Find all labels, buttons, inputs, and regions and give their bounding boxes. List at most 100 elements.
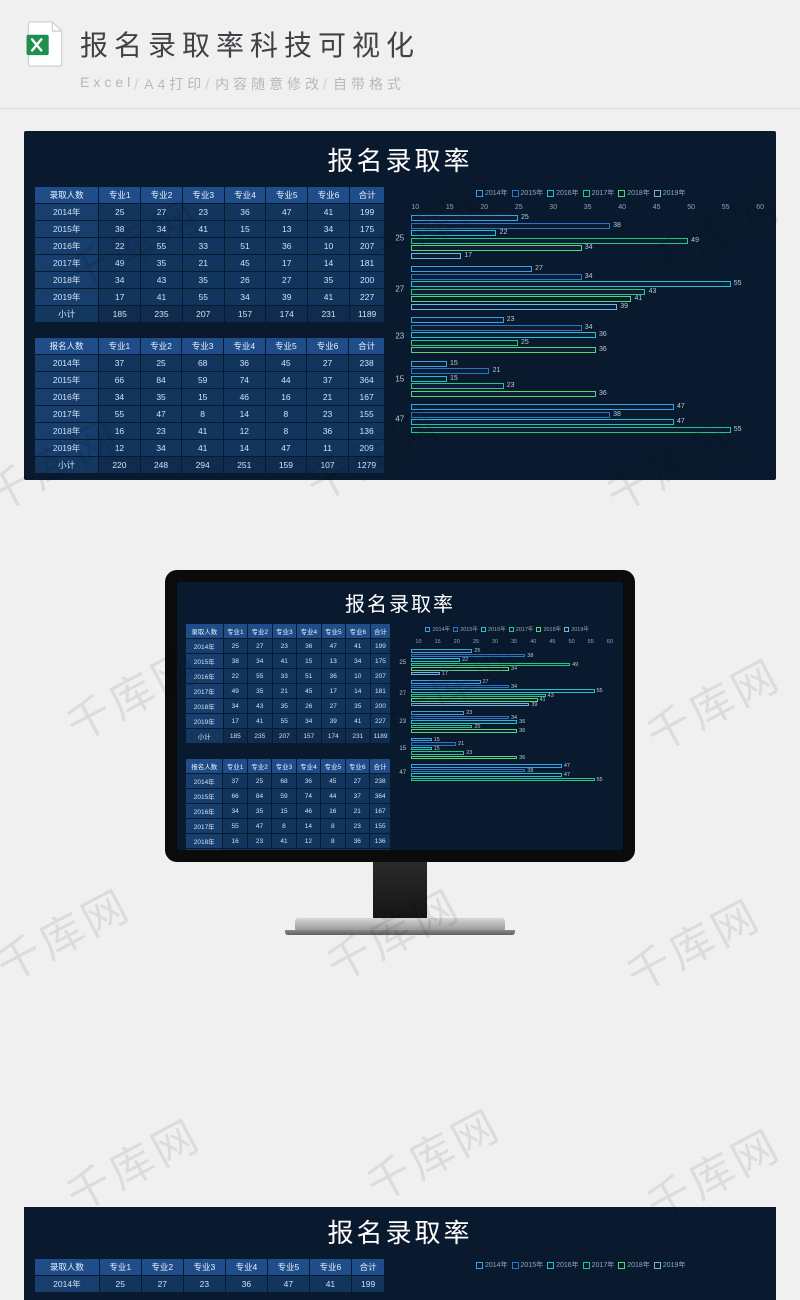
xtick: 55 xyxy=(588,639,594,645)
column-header: 专业4 xyxy=(297,624,322,639)
legend-swatch xyxy=(509,627,514,632)
cell: 34 xyxy=(141,221,183,238)
column-header: 专业5 xyxy=(266,187,308,204)
cell: 8 xyxy=(182,406,224,423)
cell: 200 xyxy=(349,272,384,289)
cell: 45 xyxy=(224,255,266,272)
bar-value: 39 xyxy=(531,702,537,708)
bar-row: 36 xyxy=(411,729,615,733)
bar: 27 xyxy=(411,680,480,684)
bar-group: 4747384755 xyxy=(411,404,766,434)
legend-item: 2019年 xyxy=(564,625,589,633)
cell: 238 xyxy=(348,355,385,372)
tables-column: 录取人数专业1专业2专业3专业4专业5专业6合计2014年25272336474… xyxy=(34,1258,385,1300)
dashboard-body: 录取人数专业1专业2专业3专业4专业5专业6合计2014年25272336474… xyxy=(34,186,766,474)
chart-plot: 2525382249341727273455434139232334362536… xyxy=(395,215,766,434)
table-row: 2015年383441151334175 xyxy=(35,221,385,238)
bar-value: 36 xyxy=(519,755,525,761)
table-row: 2018年16234112836136 xyxy=(35,423,385,440)
cell: 159 xyxy=(265,457,307,474)
column-header: 合计 xyxy=(349,187,384,204)
ylabel: 25 xyxy=(399,660,406,666)
cell: 47 xyxy=(321,849,345,851)
cell: 41 xyxy=(182,423,224,440)
table-row: 2019年174155343941227 xyxy=(186,714,391,729)
bar-row: 34 xyxy=(411,274,766,280)
cell: 227 xyxy=(370,714,391,729)
bar-row: 21 xyxy=(411,742,615,746)
cell: 47 xyxy=(247,819,271,834)
bar-row: 41 xyxy=(411,698,615,702)
row-label: 2014年 xyxy=(186,639,224,654)
cell: 8 xyxy=(321,834,345,849)
subtotal-row: 小计1852352071571742311189 xyxy=(186,729,391,744)
cell: 8 xyxy=(321,819,345,834)
cell: 25 xyxy=(140,355,182,372)
legend-label: 2017年 xyxy=(592,1260,615,1270)
column-header: 专业2 xyxy=(141,187,183,204)
bar-row: 23 xyxy=(411,383,766,389)
bar-value: 15 xyxy=(450,360,458,367)
row-label: 2016年 xyxy=(35,238,99,255)
cell: 41 xyxy=(141,289,183,306)
cell: 238 xyxy=(369,774,390,789)
legend-label: 2019年 xyxy=(571,625,589,633)
row-label: 2018年 xyxy=(186,699,224,714)
cell: 33 xyxy=(182,238,224,255)
cell: 364 xyxy=(369,789,390,804)
ylabel: 15 xyxy=(395,375,404,384)
legend-swatch xyxy=(618,190,625,197)
row-label: 2016年 xyxy=(35,389,99,406)
cell: 74 xyxy=(223,372,265,389)
cell: 16 xyxy=(223,834,247,849)
column-header: 专业5 xyxy=(265,338,307,355)
row-label: 2018年 xyxy=(35,272,99,289)
table-row: 2018年344335262735200 xyxy=(186,699,391,714)
xtick: 20 xyxy=(454,639,460,645)
legend-item: 2019年 xyxy=(654,188,686,198)
cell: 15 xyxy=(224,221,266,238)
legend-label: 2015年 xyxy=(521,1260,544,1270)
bar-value: 17 xyxy=(464,252,472,259)
bar: 55 xyxy=(411,689,594,693)
legend-label: 2018年 xyxy=(627,188,650,198)
bar-row: 23 xyxy=(411,751,615,755)
legend-item: 2018年 xyxy=(618,1260,650,1270)
column-header: 专业3 xyxy=(272,759,296,774)
cell: 23 xyxy=(307,406,349,423)
watermark-text: 千库网 xyxy=(0,870,141,994)
xtick: 20 xyxy=(480,204,488,211)
cell: 167 xyxy=(369,804,390,819)
bar: 17 xyxy=(411,253,461,259)
legend-swatch xyxy=(547,1262,554,1269)
cell: 207 xyxy=(370,669,391,684)
bar: 15 xyxy=(411,361,446,367)
xtick: 45 xyxy=(653,204,661,211)
cell: 12 xyxy=(223,423,265,440)
cell: 17 xyxy=(321,684,346,699)
monitor-neck xyxy=(373,862,427,918)
bar: 41 xyxy=(411,698,537,702)
bar-group: 232334362536 xyxy=(411,711,615,734)
bar: 55 xyxy=(411,778,594,782)
monitor-base xyxy=(295,918,505,930)
table-corner: 录取人数 xyxy=(35,1259,100,1276)
bar: 38 xyxy=(411,412,610,418)
bar-value: 15 xyxy=(450,375,458,382)
ylabel: 47 xyxy=(395,415,404,424)
cell: 155 xyxy=(348,406,385,423)
column-header: 专业3 xyxy=(272,624,297,639)
bar-value: 55 xyxy=(734,426,742,433)
ylabel: 15 xyxy=(399,746,406,752)
cell: 51 xyxy=(297,669,322,684)
row-label: 2014年 xyxy=(35,1276,100,1293)
row-label: 2018年 xyxy=(35,423,99,440)
bar: 39 xyxy=(411,703,529,707)
cell: 11 xyxy=(345,849,369,851)
cell: 1189 xyxy=(370,729,391,744)
bar-value: 43 xyxy=(649,288,657,295)
table-row: 2014年372568364527238 xyxy=(186,774,391,789)
cell: 235 xyxy=(248,729,273,744)
bar: 41 xyxy=(411,296,631,302)
bar: 15 xyxy=(411,747,431,751)
